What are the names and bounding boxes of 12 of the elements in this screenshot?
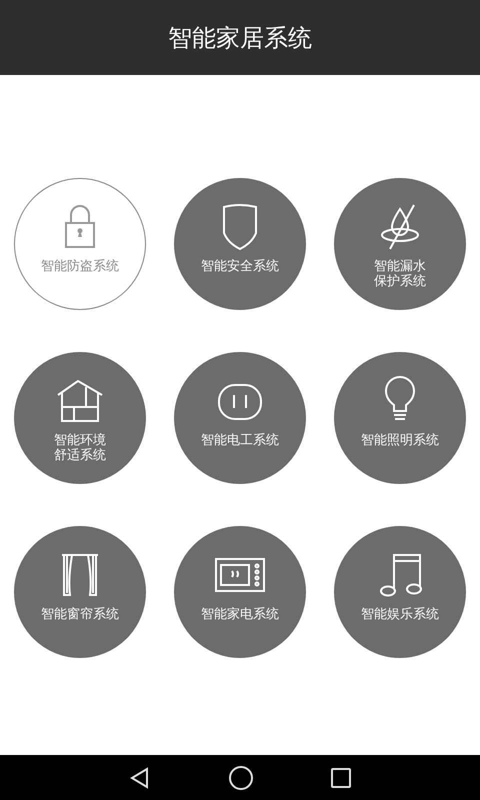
system-button[interactable]: 智能家电系统 [174, 526, 306, 658]
home-icon[interactable] [228, 764, 254, 790]
recent-apps-icon[interactable] [330, 766, 352, 788]
system-button[interactable]: 智能窗帘系统 [14, 526, 146, 658]
system-button[interactable]: 智能漏水 保护系统 [334, 178, 466, 310]
system-button[interactable]: 智能照明系统 [334, 352, 466, 484]
system-button[interactable]: 智能防盗系统 [14, 178, 146, 310]
system-button[interactable]: 智能娱乐系统 [334, 526, 466, 658]
app-title: 智能家居系统 [168, 22, 312, 54]
system-button[interactable]: 智能环境 舒适系统 [14, 352, 146, 484]
system-button[interactable]: 智能电工系统 [174, 352, 306, 484]
system-button[interactable]: 智能安全系统 [174, 178, 306, 310]
